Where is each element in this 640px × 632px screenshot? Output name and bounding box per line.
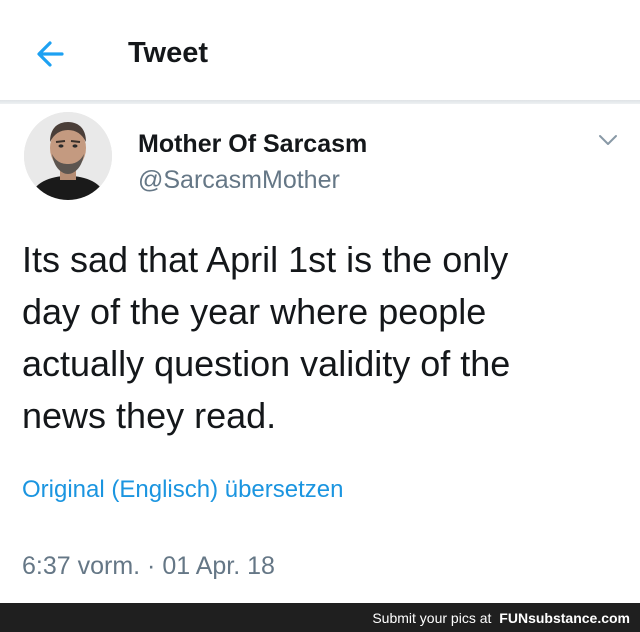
footer-caption: Submit your pics at <box>372 610 492 626</box>
tweet-text: Its sad that April 1st is the only day o… <box>22 239 511 436</box>
author-name[interactable]: Mother Of Sarcasm <box>138 128 367 160</box>
watermark-footer: Submit your pics at FUNsubstance.com <box>0 603 640 632</box>
avatar-image <box>24 112 112 200</box>
chevron-down-icon <box>599 135 617 145</box>
translate-link[interactable]: Original (Englisch) übersetzen <box>22 474 343 506</box>
tweet-timestamp[interactable]: 6:37 vorm. · 01 Apr. 18 <box>22 550 275 582</box>
tweet-menu-button[interactable] <box>596 128 620 152</box>
footer-brand[interactable]: FUNsubstance.com <box>499 610 630 626</box>
header-divider <box>0 100 640 104</box>
footer-text: Submit your pics at FUNsubstance.com <box>372 608 630 628</box>
app-header: Tweet <box>0 0 640 102</box>
author-handle[interactable]: @SarcasmMother <box>138 164 340 196</box>
back-button[interactable] <box>32 34 72 74</box>
arrow-left-icon <box>37 41 64 67</box>
page-title: Tweet <box>128 37 209 69</box>
avatar[interactable] <box>24 112 112 200</box>
